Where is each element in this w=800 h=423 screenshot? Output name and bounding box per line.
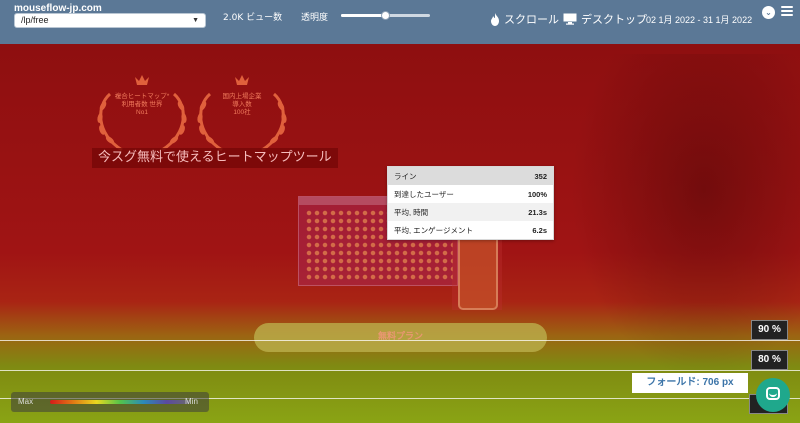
- scroll-line-90: [0, 340, 800, 341]
- heatmap-canvas: 複合ヒートマップ* 利用者数 世界 No1 国内上場企業 導入数 100社 今ス: [0, 44, 800, 423]
- views-count: 2.0K ビュー数: [223, 13, 283, 23]
- crown-icon: [135, 75, 149, 85]
- monitor-icon: [563, 13, 577, 25]
- opacity-slider-fill: [341, 14, 386, 17]
- chat-button[interactable]: [756, 378, 790, 412]
- page-url-value: /lp/free: [21, 15, 49, 25]
- page-url-select[interactable]: /lp/free ▼: [14, 13, 206, 28]
- tooltip-value: 352: [534, 171, 547, 181]
- legend-min: Min: [185, 397, 198, 406]
- award-badge-left: 複合ヒートマップ* 利用者数 世界 No1: [92, 74, 192, 156]
- award-text-line3: 100社: [233, 109, 251, 116]
- tooltip-label: 平均, 時間: [394, 207, 429, 217]
- tooltip-row: 平均, エンゲージメント 6.2s: [388, 221, 553, 239]
- opacity-slider-handle[interactable]: [380, 11, 390, 20]
- scroll-stats-tooltip: ライン 352 到達したユーザー 100% 平均, 時間 21.3s 平均, エ…: [387, 166, 554, 240]
- crown-icon: [235, 75, 249, 85]
- chevron-down-icon: ▼: [192, 17, 199, 24]
- opacity-label: 透明度: [301, 13, 329, 23]
- scroll-marker-80: 80 %: [751, 350, 788, 370]
- scroll-heatmap-button[interactable]: スクロール: [490, 11, 559, 27]
- device-label: デスクトップ: [581, 13, 647, 26]
- chevron-down-icon[interactable]: ⌄: [762, 6, 775, 19]
- tooltip-row: 平均, 時間 21.3s: [388, 203, 553, 221]
- tooltip-label: 到達したユーザー: [394, 189, 454, 199]
- phone-mockup: [458, 234, 498, 310]
- tooltip-label: 平均, エンゲージメント: [394, 225, 474, 235]
- device-select-button[interactable]: デスクトップ: [563, 11, 647, 27]
- fire-icon: [491, 12, 499, 26]
- scroll-line-80: [0, 370, 800, 371]
- page-headline: 今スグ無料で使えるヒートマップツール: [92, 148, 338, 168]
- hamburger-menu-icon[interactable]: [781, 6, 793, 17]
- tooltip-value: 100%: [527, 189, 547, 199]
- background-photo: [560, 54, 800, 394]
- toolbar: mouseflow-jp.com /lp/free ▼ 2.0K ビュー数 透明…: [0, 0, 800, 44]
- scroll-marker-90: 90 %: [751, 320, 788, 340]
- award-text-line3: No1: [136, 109, 148, 116]
- tooltip-value: 21.3s: [528, 207, 547, 217]
- tooltip-row: 到達したユーザー 100%: [388, 185, 553, 203]
- scroll-label: スクロール: [504, 13, 559, 26]
- fold-indicator: フォールド: 706 px: [632, 373, 748, 393]
- date-range[interactable]: 02 1月 2022 - 31 1月 2022: [646, 13, 752, 26]
- opacity-slider[interactable]: [341, 11, 430, 20]
- tooltip-label: ライン: [394, 171, 417, 181]
- tooltip-value: 6.2s: [532, 225, 547, 235]
- tooltip-row: ライン 352: [388, 167, 553, 185]
- free-plan-button[interactable]: 無料プラン: [254, 323, 547, 352]
- legend-gradient: [50, 400, 190, 404]
- heatmap-legend: Max Min: [11, 392, 209, 412]
- legend-max: Max: [18, 397, 34, 406]
- award-badge-right: 国内上場企業 導入数 100社: [192, 74, 292, 156]
